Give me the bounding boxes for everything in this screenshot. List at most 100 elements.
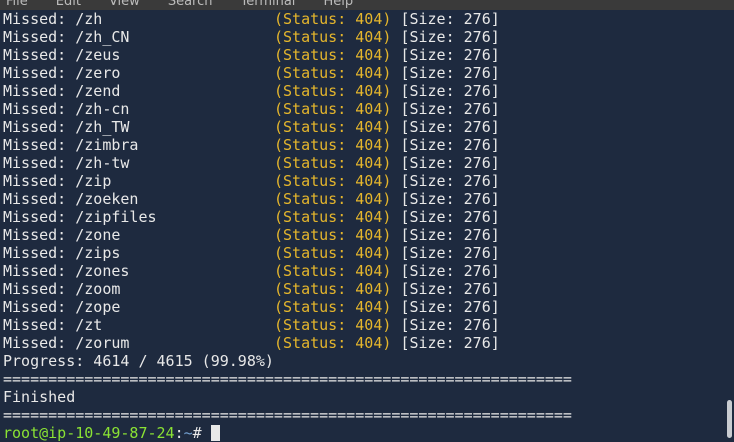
row-status: (Status: 404) — [274, 208, 392, 226]
result-row: Missed: /zt (Status: 404) [Size: 276] — [3, 316, 718, 334]
row-path: /zend — [75, 82, 121, 100]
row-path: /zh_CN — [75, 28, 130, 46]
row-status: (Status: 404) — [274, 10, 392, 28]
row-prefix: Missed: — [3, 208, 67, 226]
row-size: [Size: 276] — [400, 172, 500, 190]
row-prefix: Missed: — [3, 226, 67, 244]
row-prefix: Missed: — [3, 64, 67, 82]
row-prefix: Missed: — [3, 334, 67, 352]
menu-help[interactable]: Help — [323, 0, 353, 9]
row-status: (Status: 404) — [274, 64, 392, 82]
row-status: (Status: 404) — [274, 136, 392, 154]
missed-path: Missed: /zoom — [3, 280, 274, 298]
result-row: Missed: /zone (Status: 404) [Size: 276] — [3, 226, 718, 244]
row-prefix: Missed: — [3, 280, 67, 298]
row-prefix: Missed: — [3, 316, 67, 334]
row-status: (Status: 404) — [274, 172, 392, 190]
row-path: /zip — [75, 172, 112, 190]
prompt-path: ~ — [183, 424, 193, 442]
row-prefix: Missed: — [3, 172, 67, 190]
row-status: (Status: 404) — [274, 316, 392, 334]
row-path: /zh-tw — [75, 154, 130, 172]
row-path: /zero — [75, 64, 121, 82]
row-path: /zipfiles — [75, 208, 157, 226]
result-row: Missed: /zh-tw (Status: 404) [Size: 276] — [3, 154, 718, 172]
prompt-colon: : — [174, 424, 184, 442]
menu-search[interactable]: Search — [168, 0, 213, 9]
result-row: Missed: /zope (Status: 404) [Size: 276] — [3, 298, 718, 316]
missed-path: Missed: /zorum — [3, 334, 274, 352]
row-size: [Size: 276] — [400, 154, 500, 172]
row-size: [Size: 276] — [400, 298, 500, 316]
row-status: (Status: 404) — [274, 28, 392, 46]
row-status: (Status: 404) — [274, 100, 392, 118]
row-size: [Size: 276] — [400, 46, 500, 64]
row-prefix: Missed: — [3, 262, 67, 280]
row-size: [Size: 276] — [400, 208, 500, 226]
scrollbar-thumb[interactable] — [727, 400, 732, 438]
row-prefix: Missed: — [3, 244, 67, 262]
result-row: Missed: /zeus (Status: 404) [Size: 276] — [3, 46, 718, 64]
row-size: [Size: 276] — [400, 64, 500, 82]
row-prefix: Missed: — [3, 154, 67, 172]
menu-bar: File Edit View Search Terminal Help — [0, 0, 734, 10]
missed-path: Missed: /zh-tw — [3, 154, 274, 172]
row-path: /zh — [75, 10, 103, 28]
row-path: /zoeken — [75, 190, 139, 208]
row-path: /zoom — [75, 280, 121, 298]
missed-path: Missed: /zimbra — [3, 136, 274, 154]
cursor — [210, 425, 220, 441]
row-status: (Status: 404) — [274, 190, 392, 208]
menu-terminal[interactable]: Terminal — [240, 0, 295, 9]
scrollbar[interactable] — [724, 10, 734, 441]
row-prefix: Missed: — [3, 46, 67, 64]
result-row: Missed: /zend (Status: 404) [Size: 276] — [3, 82, 718, 100]
row-path: /zone — [75, 226, 121, 244]
row-path: /zt — [75, 316, 103, 334]
result-row: Missed: /zoom (Status: 404) [Size: 276] — [3, 280, 718, 298]
result-row: Missed: /zero (Status: 404) [Size: 276] — [3, 64, 718, 82]
row-prefix: Missed: — [3, 28, 67, 46]
progress-line: Progress: 4614 / 4615 (99.98%) — [3, 352, 274, 370]
missed-path: Missed: /zip — [3, 172, 274, 190]
row-path: /zeus — [75, 46, 121, 64]
row-status: (Status: 404) — [274, 82, 392, 100]
row-status: (Status: 404) — [274, 154, 392, 172]
row-status: (Status: 404) — [274, 244, 392, 262]
row-prefix: Missed: — [3, 100, 67, 118]
row-size: [Size: 276] — [400, 226, 500, 244]
row-status: (Status: 404) — [274, 298, 392, 316]
missed-path: Missed: /zone — [3, 226, 274, 244]
row-path: /zh-cn — [75, 100, 130, 118]
result-row: Missed: /zipfiles (Status: 404) [Size: 27… — [3, 208, 718, 226]
row-size: [Size: 276] — [400, 316, 500, 334]
result-row: Missed: /zh-cn (Status: 404) [Size: 276] — [3, 100, 718, 118]
terminal-output[interactable]: Missed: /zh (Status: 404) [Size: 276] Miss… — [3, 10, 718, 442]
result-row: Missed: /zorum (Status: 404) [Size: 276] — [3, 334, 718, 352]
menu-edit[interactable]: Edit — [56, 0, 81, 9]
row-size: [Size: 276] — [400, 136, 500, 154]
row-prefix: Missed: — [3, 118, 67, 136]
missed-path: Missed: /zoeken — [3, 190, 274, 208]
row-path: /zones — [75, 262, 130, 280]
row-status: (Status: 404) — [274, 262, 392, 280]
prompt-line[interactable]: root@ip-10-49-87-24:~# — [3, 424, 718, 442]
separator: ========================================… — [3, 370, 572, 388]
row-path: /zimbra — [75, 136, 139, 154]
result-row: Missed: /zimbra (Status: 404) [Size: 276] — [3, 136, 718, 154]
row-size: [Size: 276] — [400, 334, 500, 352]
row-size: [Size: 276] — [400, 28, 500, 46]
missed-path: Missed: /zend — [3, 82, 274, 100]
menu-file[interactable]: File — [6, 0, 28, 9]
prompt-user-host: root@ip-10-49-87-24 — [3, 424, 175, 442]
row-size: [Size: 276] — [400, 100, 500, 118]
missed-path: Missed: /zones — [3, 262, 274, 280]
result-row: Missed: /zh (Status: 404) [Size: 276] — [3, 10, 718, 28]
row-size: [Size: 276] — [400, 244, 500, 262]
missed-path: Missed: /zh_CN — [3, 28, 274, 46]
row-size: [Size: 276] — [400, 190, 500, 208]
row-status: (Status: 404) — [274, 118, 392, 136]
row-path: /zope — [75, 298, 121, 316]
menu-view[interactable]: View — [109, 0, 140, 9]
row-prefix: Missed: — [3, 136, 67, 154]
